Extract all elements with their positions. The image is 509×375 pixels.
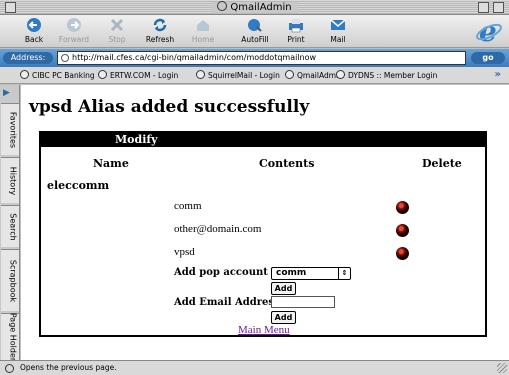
email-address-input[interactable] [271, 296, 335, 308]
tab-favorites[interactable]: Favorites [1, 103, 19, 155]
delete-destination-button[interactable] [396, 224, 409, 237]
add-pop-account-button[interactable]: Add [271, 282, 296, 295]
favorite-link[interactable]: ERTW.COM - Login [98, 70, 178, 80]
autofill-icon [248, 19, 262, 32]
select-arrows-icon: ⇕ [338, 268, 350, 279]
stop-icon [110, 18, 124, 32]
stop-button[interactable]: Stop [98, 17, 136, 44]
refresh-icon [153, 18, 167, 32]
main-menu-link[interactable]: Main Menu [238, 324, 290, 336]
tab-search[interactable]: Search [1, 205, 19, 247]
autofill-button[interactable]: AutoFill [236, 17, 274, 44]
add-email-address-label: Add Email Address [174, 297, 280, 308]
address-bar: Address: http://mail.cfes.ca/cgi-bin/qma… [0, 49, 509, 67]
go-button[interactable]: go [471, 52, 505, 64]
refresh-button[interactable]: Refresh [141, 17, 179, 44]
add-email-address-button[interactable]: Add [271, 311, 296, 324]
status-bar: Opens the previous page. [0, 360, 509, 375]
forward-button[interactable]: Forward [55, 17, 93, 44]
delete-destination-button[interactable] [396, 201, 409, 214]
favorite-globe-icon [98, 70, 107, 79]
destination-entry: other@domain.com [174, 223, 262, 235]
page-globe-icon [61, 54, 69, 62]
title-bar: QmailAdmin [0, 0, 509, 15]
print-icon [289, 19, 303, 33]
column-header-delete: Delete [422, 157, 462, 170]
home-button[interactable]: Home [184, 17, 222, 44]
back-arrow-icon [27, 18, 41, 32]
favorite-globe-icon [20, 70, 29, 79]
forward-arrow-icon [67, 18, 81, 32]
url-input[interactable]: http://mail.cfes.ca/cgi-bin/qmailadmin/c… [57, 51, 466, 65]
favorite-link[interactable]: SquirrelMail - Login [196, 70, 280, 80]
internet-explorer-logo-icon: e [476, 16, 502, 46]
back-button[interactable]: Back [15, 17, 53, 44]
home-icon [197, 20, 209, 31]
tab-page-holder[interactable]: Page Holder [1, 313, 19, 361]
destination-entry: vpsd [174, 246, 195, 258]
favorites-more-button[interactable]: » [495, 69, 501, 80]
favorite-globe-icon [196, 70, 205, 79]
alias-name: eleccomm [47, 179, 110, 192]
modify-panel: Modify Name Contents Delete eleccomm com… [39, 131, 487, 337]
expand-explorer-bar-icon[interactable]: ▶ [3, 88, 16, 98]
add-pop-account-label: Add pop account [174, 267, 268, 278]
status-text: Opens the previous page. [20, 363, 117, 372]
favorite-globe-icon [285, 70, 294, 79]
destination-entry: comm [174, 200, 202, 212]
window-title: QmailAdmin [211, 1, 298, 13]
address-label: Address: [3, 52, 53, 64]
print-button[interactable]: Print [277, 17, 315, 44]
favorite-link[interactable]: DYDNS :: Member Login [336, 70, 437, 80]
pop-account-select[interactable]: comm ⇕ [271, 267, 351, 280]
globe-icon [217, 1, 228, 11]
page-title: vpsd Alias added successfully [29, 97, 310, 117]
explorer-bar-tabs: ▶ Favorites History Search Scrapbook Pag… [0, 85, 20, 361]
toolbar: Back Forward Stop Refresh Home AutoFill … [0, 15, 509, 48]
mail-button[interactable]: Mail [319, 17, 357, 44]
resize-grip-icon[interactable] [497, 363, 507, 373]
panel-title: Modify [41, 133, 485, 147]
mail-icon [330, 19, 346, 30]
delete-destination-button[interactable] [396, 247, 409, 260]
status-globe-icon [5, 364, 14, 373]
url-text: http://mail.cfes.ca/cgi-bin/qmailadmin/c… [72, 53, 317, 62]
column-header-name: Name [93, 157, 129, 170]
favorites-bar: CIBC PC Banking ERTW.COM - Login Squirre… [0, 67, 509, 84]
favorite-link[interactable]: QmailAdmin [285, 70, 343, 80]
favorite-link[interactable]: CIBC PC Banking [20, 70, 95, 80]
tab-scrapbook[interactable]: Scrapbook [1, 249, 19, 311]
page-content: vpsd Alias added successfully Modify Nam… [21, 85, 509, 360]
column-header-contents: Contents [259, 157, 315, 170]
favorite-globe-icon [336, 70, 345, 79]
